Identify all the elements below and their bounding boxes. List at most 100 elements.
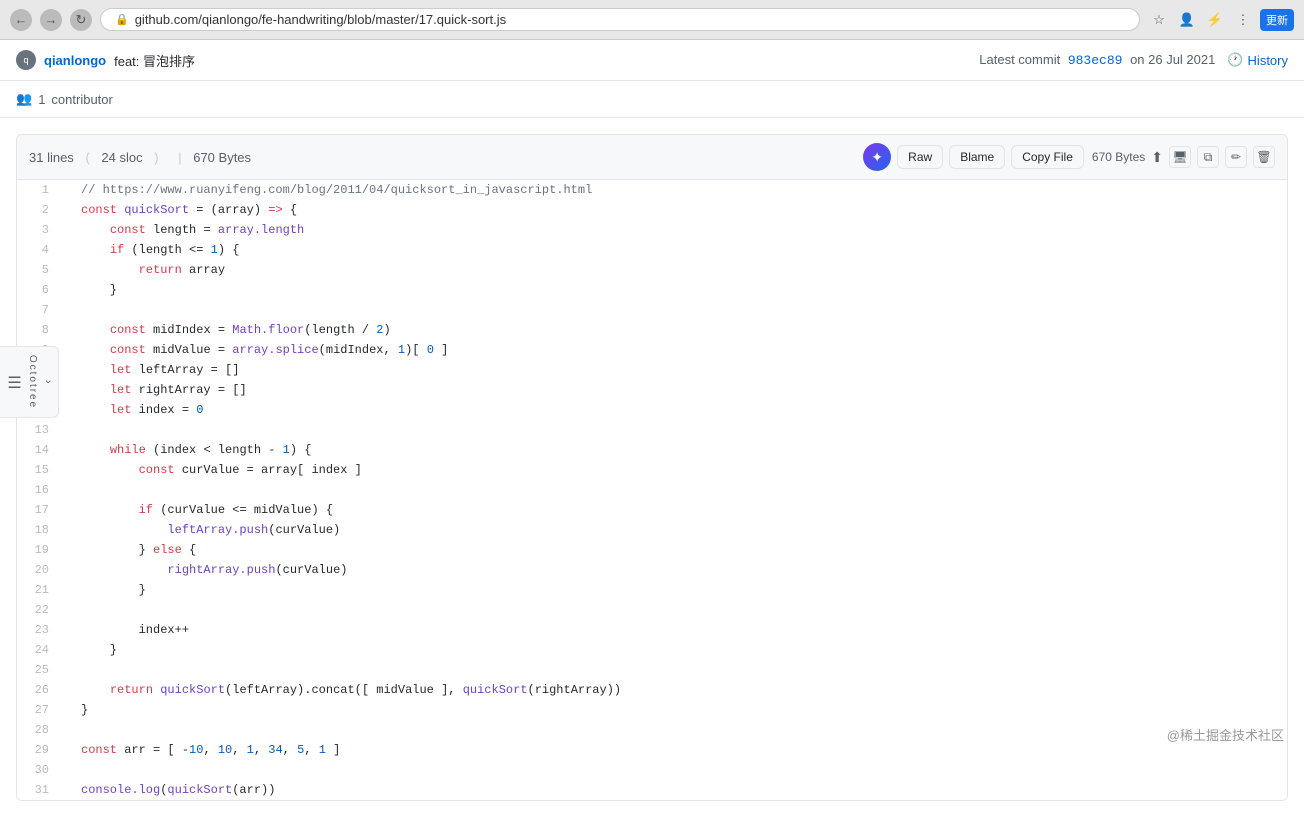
line-code: return array xyxy=(65,260,1287,280)
octotree-tab[interactable]: › Octotree ☰ xyxy=(0,346,59,418)
line-code: const midValue = array.splice(midIndex, … xyxy=(65,340,1287,360)
url-text: github.com/qianlongo/fe-handwriting/blob… xyxy=(135,12,506,27)
table-row: 24 } xyxy=(17,640,1287,660)
line-code xyxy=(65,420,1287,440)
table-row: 27} xyxy=(17,700,1287,720)
line-number: 6 xyxy=(17,280,65,300)
ai-button[interactable]: ✦ xyxy=(863,143,891,171)
browser-chrome: ← → ↻ 🔒 github.com/qianlongo/fe-handwrit… xyxy=(0,0,1304,40)
file-sep: | xyxy=(178,150,181,165)
raw-button[interactable]: Raw xyxy=(897,145,943,169)
history-clock-icon: 🕐 xyxy=(1227,52,1243,68)
table-row: 9 const midValue = array.splice(midIndex… xyxy=(17,340,1287,360)
table-row: 23 index++ xyxy=(17,620,1287,640)
reload-button[interactable]: ↻ xyxy=(70,9,92,31)
line-number: 8 xyxy=(17,320,65,340)
line-number: 31 xyxy=(17,780,65,800)
line-code: const length = array.length xyxy=(65,220,1287,240)
blame-button[interactable]: Blame xyxy=(949,145,1005,169)
table-row: 21 } xyxy=(17,580,1287,600)
line-number: 14 xyxy=(17,440,65,460)
table-row: 19 } else { xyxy=(17,540,1287,560)
line-code: } else { xyxy=(65,540,1287,560)
desktop-icon[interactable]: 🖥 xyxy=(1169,146,1191,168)
line-number: 7 xyxy=(17,300,65,320)
toolbar-size: 670 Bytes xyxy=(1092,150,1145,164)
line-code: let rightArray = [] xyxy=(65,380,1287,400)
octotree-label: Octotree xyxy=(27,355,38,409)
table-row: 22 xyxy=(17,600,1287,620)
commit-latest-label: Latest commit 983ec89 on 26 Jul 2021 xyxy=(979,52,1215,68)
line-code: let index = 0 xyxy=(65,400,1287,420)
avatar: q xyxy=(16,50,36,70)
forward-button[interactable]: → xyxy=(40,9,62,31)
table-row: 30 xyxy=(17,760,1287,780)
table-row: 10 let leftArray = [] xyxy=(17,360,1287,380)
extensions-icon[interactable]: ⚡ xyxy=(1204,9,1226,31)
table-row: 17 if (curValue <= midValue) { xyxy=(17,500,1287,520)
line-number: 3 xyxy=(17,220,65,240)
table-row: 20 rightArray.push(curValue) xyxy=(17,560,1287,580)
menu-icon[interactable]: ⋮ xyxy=(1232,9,1254,31)
commit-right: Latest commit 983ec89 on 26 Jul 2021 🕐 H… xyxy=(979,52,1288,68)
commit-info: q qianlongo feat: 冒泡排序 xyxy=(16,50,195,70)
table-row: 6 } xyxy=(17,280,1287,300)
table-row: 11 let rightArray = [] xyxy=(17,380,1287,400)
line-code: while (index < length - 1) { xyxy=(65,440,1287,460)
edit-icon[interactable]: ✏ xyxy=(1225,146,1247,168)
bookmark-icon[interactable]: ☆ xyxy=(1148,9,1170,31)
line-code: // https://www.ruanyifeng.com/blog/2011/… xyxy=(65,180,1287,200)
line-code: const curValue = array[ index ] xyxy=(65,460,1287,480)
line-code: console.log(quickSort(arr)) xyxy=(65,780,1287,800)
table-row: 4 if (length <= 1) { xyxy=(17,240,1287,260)
table-row: 25 xyxy=(17,660,1287,680)
commit-username[interactable]: qianlongo xyxy=(44,53,106,68)
contributor-count: 1 xyxy=(38,92,45,107)
line-number: 5 xyxy=(17,260,65,280)
line-number: 16 xyxy=(17,480,65,500)
table-row: 2const quickSort = (array) => { xyxy=(17,200,1287,220)
table-row: 28 xyxy=(17,720,1287,740)
profile-icon[interactable]: 👤 xyxy=(1176,9,1198,31)
address-bar[interactable]: 🔒 github.com/qianlongo/fe-handwriting/bl… xyxy=(100,8,1140,31)
lines-count: 31 lines xyxy=(29,150,74,165)
line-number: 17 xyxy=(17,500,65,520)
line-number: 2 xyxy=(17,200,65,220)
line-code: index++ xyxy=(65,620,1287,640)
line-number: 13 xyxy=(17,420,65,440)
update-button[interactable]: 更新 xyxy=(1260,9,1294,31)
table-row: 26 return quickSort(leftArray).concat([ … xyxy=(17,680,1287,700)
line-number: 25 xyxy=(17,660,65,680)
table-row: 13 xyxy=(17,420,1287,440)
back-button[interactable]: ← xyxy=(10,9,32,31)
line-number: 23 xyxy=(17,620,65,640)
line-code: } xyxy=(65,580,1287,600)
table-row: 3 const length = array.length xyxy=(17,220,1287,240)
copy-icon[interactable]: ⧉ xyxy=(1197,146,1219,168)
contributor-label: contributor xyxy=(51,92,112,107)
line-code xyxy=(65,480,1287,500)
sloc-count: 24 sloc xyxy=(101,150,142,165)
code-actions: ✦ Raw Blame Copy File 670 Bytes ⬆ 🖥 ⧉ ✏ … xyxy=(863,143,1275,171)
commit-hash[interactable]: 983ec89 xyxy=(1068,53,1123,68)
line-code: const quickSort = (array) => { xyxy=(65,200,1287,220)
line-code xyxy=(65,720,1287,740)
file-size: 670 Bytes xyxy=(193,150,251,165)
code-meta: 31 lines ( 24 sloc ) | 670 Bytes xyxy=(29,150,251,165)
line-code xyxy=(65,300,1287,320)
contributor-bar: 👥 1 contributor xyxy=(0,81,1304,118)
watermark: @稀土掘金技术社区 xyxy=(1167,725,1284,744)
delete-icon[interactable]: 🗑 xyxy=(1253,146,1275,168)
line-number: 20 xyxy=(17,560,65,580)
line-code: let leftArray = [] xyxy=(65,360,1287,380)
copy-file-button[interactable]: Copy File xyxy=(1011,145,1084,169)
table-row: 7 xyxy=(17,300,1287,320)
contributor-icon: 👥 xyxy=(16,91,32,107)
history-link[interactable]: 🕐 History xyxy=(1227,52,1288,68)
line-code xyxy=(65,660,1287,680)
code-toolbar: 31 lines ( 24 sloc ) | 670 Bytes ✦ Raw B… xyxy=(17,135,1287,180)
table-row: 16 xyxy=(17,480,1287,500)
line-number: 27 xyxy=(17,700,65,720)
table-row: 18 leftArray.push(curValue) xyxy=(17,520,1287,540)
table-row: 8 const midIndex = Math.floor(length / 2… xyxy=(17,320,1287,340)
